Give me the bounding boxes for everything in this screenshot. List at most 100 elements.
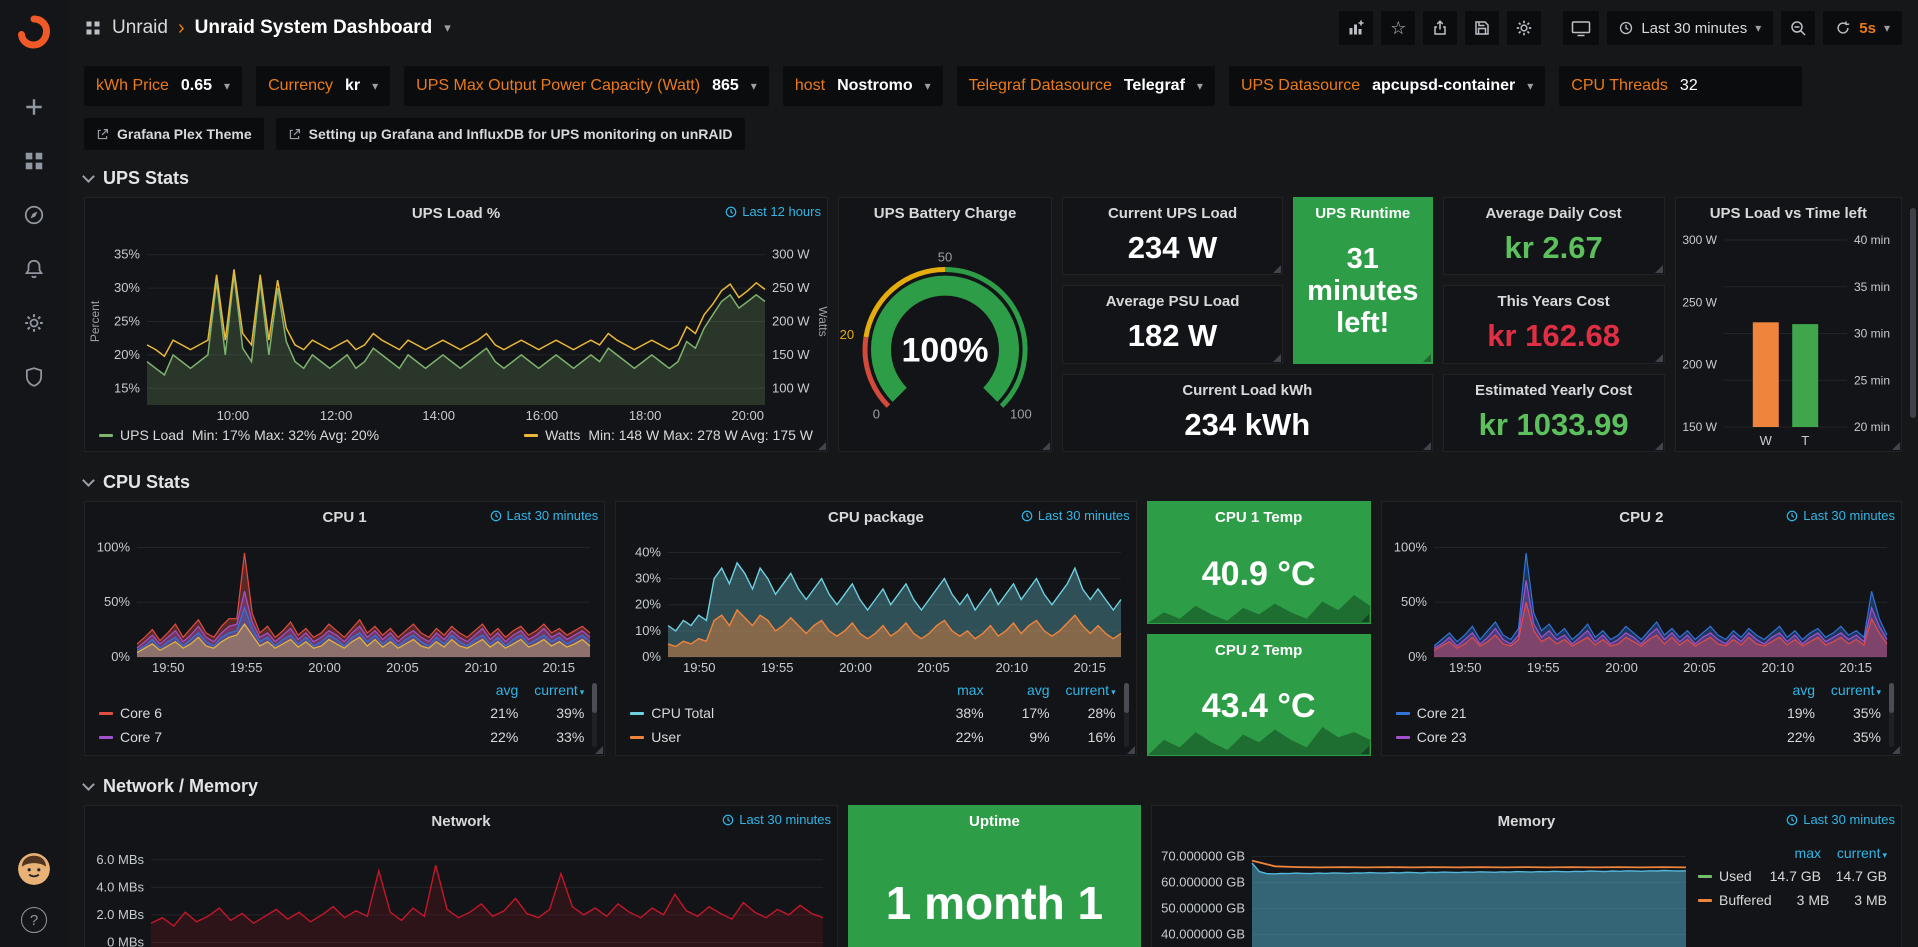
- ups-load-chart-area[interactable]: 15%20%25%30%35%100 W150 W200 W250 W300 W…: [85, 228, 827, 425]
- panel-resize-handle[interactable]: [1655, 265, 1663, 273]
- panel-resize-handle[interactable]: [1655, 442, 1663, 450]
- panel-title[interactable]: This Years Cost: [1497, 293, 1609, 310]
- panel-title[interactable]: Current UPS Load: [1108, 205, 1237, 222]
- variable-input[interactable]: 32: [1680, 77, 1790, 95]
- section-cpu-stats[interactable]: CPU Stats: [84, 472, 1902, 493]
- panel-time-range[interactable]: Last 30 minutes: [490, 508, 599, 523]
- variable-value[interactable]: 0.65: [181, 77, 212, 95]
- variable-value[interactable]: 865: [712, 77, 739, 95]
- network-chart-area[interactable]: 6.0 MBs4.0 MBs2.0 MBs0 MBs-2.0 MBs-4.0 M…: [85, 836, 837, 947]
- panel-resize-handle[interactable]: [818, 442, 826, 450]
- panel-resize-handle[interactable]: [1042, 442, 1050, 450]
- panel-resize-handle[interactable]: [1361, 746, 1369, 754]
- sidebar-item-alerting[interactable]: [21, 256, 47, 282]
- legend-series[interactable]: Buffered: [1698, 892, 1772, 908]
- dashboard-link[interactable]: Grafana Plex Theme: [84, 118, 264, 150]
- panel-title[interactable]: UPS Battery Charge: [874, 205, 1017, 222]
- panel-title[interactable]: CPU 1: [323, 509, 367, 526]
- legend-sort-current[interactable]: current▾: [518, 682, 584, 698]
- variable-value[interactable]: Nostromo: [837, 77, 913, 95]
- legend-series[interactable]: Core 23: [1396, 729, 1749, 745]
- legend-sort-current[interactable]: current▾: [1821, 845, 1887, 861]
- variable-value[interactable]: apcupsd-container: [1372, 77, 1515, 95]
- panel-resize-handle[interactable]: [1892, 746, 1900, 754]
- legend-sort-max[interactable]: max: [918, 682, 984, 698]
- panel-title[interactable]: Average Daily Cost: [1486, 205, 1622, 222]
- legend-scrollbar[interactable]: [1889, 683, 1894, 747]
- legend-sort-current[interactable]: current▾: [1050, 682, 1116, 698]
- legend-series[interactable]: Watts: [545, 427, 580, 443]
- legend-series[interactable]: User: [630, 729, 917, 745]
- sidebar-item-dashboards[interactable]: [21, 148, 47, 174]
- panel-time-range[interactable]: Last 30 minutes: [1021, 508, 1130, 523]
- legend-series[interactable]: Core 6: [99, 705, 452, 721]
- legend-series[interactable]: Used: [1698, 868, 1755, 884]
- panel-time-range[interactable]: Last 30 minutes: [722, 812, 831, 827]
- time-range-picker[interactable]: Last 30 minutes ▾: [1607, 11, 1773, 45]
- legend-series[interactable]: UPS Load: [120, 427, 184, 443]
- panel-title[interactable]: Estimated Yearly Cost: [1475, 382, 1632, 399]
- panel-time-range[interactable]: Last 12 hours: [725, 204, 821, 219]
- panel-time-range[interactable]: Last 30 minutes: [1786, 812, 1895, 827]
- cpu2-chart-area[interactable]: 0%50%100%19:5019:5520:0020:0520:1020:15: [1382, 532, 1901, 677]
- panel-title[interactable]: Memory: [1498, 813, 1556, 830]
- panel-title[interactable]: UPS Load vs Time left: [1710, 205, 1867, 222]
- section-ups-stats[interactable]: UPS Stats: [84, 168, 1902, 189]
- add-panel-button[interactable]: [1339, 11, 1373, 45]
- panel-title[interactable]: Network: [431, 813, 490, 830]
- dashboard-link[interactable]: Setting up Grafana and InfluxDB for UPS …: [276, 118, 745, 150]
- share-dashboard-button[interactable]: [1423, 11, 1457, 45]
- panel-title[interactable]: Average PSU Load: [1106, 293, 1240, 310]
- panel-resize-handle[interactable]: [1423, 354, 1431, 362]
- cpu-package-chart-area[interactable]: 0%10%20%30%40%19:5019:5520:0020:0520:102…: [616, 532, 1135, 677]
- chevron-down-icon[interactable]: ▾: [444, 20, 451, 36]
- panel-resize-handle[interactable]: [1423, 442, 1431, 450]
- panel-title[interactable]: CPU 1 Temp: [1215, 509, 1302, 526]
- refresh-picker[interactable]: 5s ▾: [1823, 11, 1902, 45]
- dashboard-settings-button[interactable]: [1507, 11, 1541, 45]
- panel-resize-handle[interactable]: [1892, 442, 1900, 450]
- ups-bar-chart-area[interactable]: 20 min25 min30 min35 min40 min150 W200 W…: [1676, 228, 1901, 451]
- panel-title[interactable]: CPU 2 Temp: [1215, 642, 1302, 659]
- breadcrumb-root[interactable]: Unraid: [112, 17, 168, 39]
- legend-sort-avg[interactable]: avg: [984, 682, 1050, 698]
- legend-scrollbar[interactable]: [1124, 683, 1129, 747]
- user-avatar[interactable]: [18, 853, 50, 885]
- panel-title[interactable]: Uptime: [969, 813, 1020, 830]
- panel-resize-handle[interactable]: [1127, 746, 1135, 754]
- panel-title[interactable]: CPU package: [828, 509, 924, 526]
- star-dashboard-button[interactable]: ☆: [1381, 11, 1415, 45]
- section-network-memory[interactable]: Network / Memory: [84, 776, 1902, 797]
- grafana-logo[interactable]: [14, 12, 54, 52]
- sidebar-item-server-admin[interactable]: [21, 364, 47, 390]
- panel-resize-handle[interactable]: [1273, 265, 1281, 273]
- panel-title[interactable]: Current Load kWh: [1182, 382, 1312, 399]
- legend-sort-current[interactable]: current▾: [1815, 682, 1881, 698]
- legend-sort-avg[interactable]: avg: [452, 682, 518, 698]
- sidebar-item-create[interactable]: [21, 94, 47, 120]
- panel-resize-handle[interactable]: [1361, 614, 1369, 622]
- panel-resize-handle[interactable]: [1273, 354, 1281, 362]
- legend-series[interactable]: CPU Total: [630, 705, 917, 721]
- memory-chart-area[interactable]: 70.000000 GB60.000000 GB50.000000 GB40.0…: [1152, 836, 1696, 947]
- legend-series[interactable]: Core 7: [99, 729, 452, 745]
- dashboard-title[interactable]: Unraid System Dashboard: [195, 17, 433, 39]
- panel-title[interactable]: UPS Load %: [412, 205, 500, 222]
- legend-series[interactable]: Core 21: [1396, 705, 1749, 721]
- panel-resize-handle[interactable]: [1655, 354, 1663, 362]
- cycle-view-button[interactable]: [1563, 11, 1599, 45]
- panel-time-range[interactable]: Last 30 minutes: [1786, 508, 1895, 523]
- save-dashboard-button[interactable]: [1465, 11, 1499, 45]
- legend-sort-avg[interactable]: avg: [1749, 682, 1815, 698]
- zoom-out-button[interactable]: [1781, 11, 1815, 45]
- help-button[interactable]: ?: [21, 907, 47, 933]
- variable-value[interactable]: Telegraf: [1124, 77, 1185, 95]
- variable-value[interactable]: kr: [345, 77, 360, 95]
- panel-resize-handle[interactable]: [595, 746, 603, 754]
- legend-scrollbar[interactable]: [592, 683, 597, 747]
- panel-title[interactable]: CPU 2: [1619, 509, 1663, 526]
- panel-title[interactable]: UPS Runtime: [1315, 205, 1410, 222]
- scrollbar-thumb[interactable]: [1910, 208, 1916, 418]
- sidebar-item-configuration[interactable]: [21, 310, 47, 336]
- legend-sort-max[interactable]: max: [1755, 845, 1821, 861]
